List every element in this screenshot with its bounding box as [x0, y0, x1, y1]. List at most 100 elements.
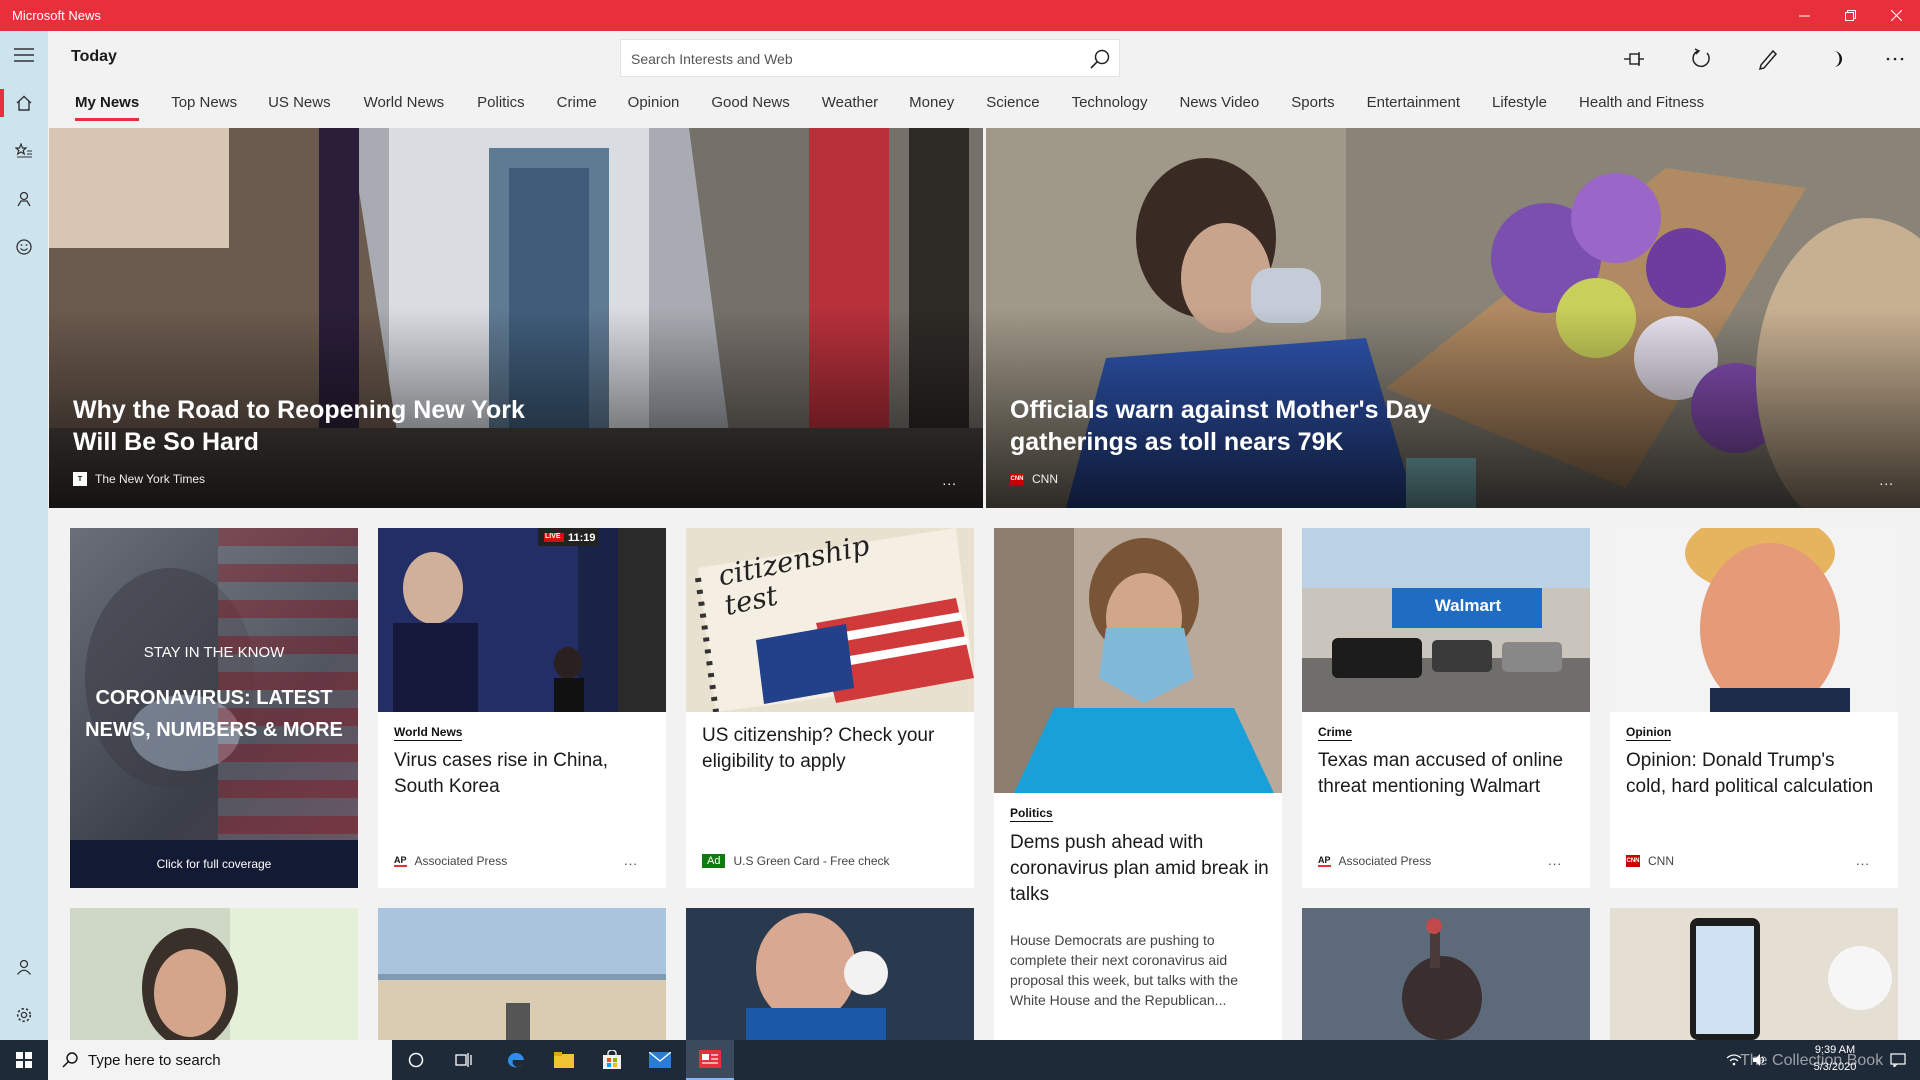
minimize-button[interactable] [1781, 0, 1827, 31]
more-options-button[interactable] [1877, 42, 1913, 76]
category-tabs: My News Top News US News World News Poli… [48, 89, 1704, 123]
coronavirus-coverage-card[interactable]: STAY IN THE KNOW CORONAVIRUS: LATEST NEW… [70, 528, 358, 888]
story-card-row3-2[interactable] [378, 908, 666, 1040]
card-title[interactable]: Dems push ahead with coronavirus plan am… [1010, 830, 1272, 908]
card-title[interactable]: Virus cases rise in China, South Korea [394, 748, 644, 800]
story-card-row3-1[interactable] [70, 908, 358, 1040]
hero-source: T The New York Times [73, 472, 205, 486]
clock-time[interactable]: 9:39 AM [1800, 1044, 1870, 1056]
nav-local-button[interactable] [0, 177, 48, 221]
card-category[interactable]: Opinion [1626, 725, 1672, 741]
file-explorer-button[interactable] [540, 1040, 588, 1080]
mail-button[interactable] [636, 1040, 684, 1080]
card-title[interactable]: Texas man accused of online threat menti… [1318, 748, 1568, 800]
tab-top-news[interactable]: Top News [171, 89, 237, 123]
feature-headline: CORONAVIRUS: LATEST NEWS, NUMBERS & MORE [85, 687, 343, 741]
person-icon [16, 959, 32, 975]
story-card-texas-man[interactable]: Walmart Crime Texas man accused of onlin… [1302, 528, 1590, 888]
story-card-virus-cases[interactable]: LIVE 11:19 World News Virus cases rise i… [378, 528, 666, 888]
search-input[interactable] [631, 48, 1071, 70]
card-category[interactable]: Politics [1010, 806, 1053, 822]
search-icon[interactable] [1089, 48, 1111, 70]
tab-my-news[interactable]: My News [75, 89, 140, 123]
card-source: AP Associated Press [394, 854, 508, 868]
tab-science[interactable]: Science [986, 89, 1039, 123]
tab-good-news[interactable]: Good News [711, 89, 789, 123]
search-icon [62, 1052, 78, 1068]
hamburger-menu-button[interactable] [0, 33, 48, 77]
taskbar-search-box[interactable]: Type here to search [48, 1040, 392, 1080]
wifi-button[interactable] [1722, 1040, 1746, 1080]
notification-icon [1890, 1053, 1906, 1067]
ad-card-citizenship[interactable]: citizenship test US citizenship? Check y… [686, 528, 974, 888]
tab-weather[interactable]: Weather [822, 89, 878, 123]
card-image-woman-glasses [70, 908, 358, 1040]
account-button[interactable] [0, 945, 48, 989]
clock-date[interactable]: 5/3/2020 [1800, 1061, 1870, 1073]
tab-money[interactable]: Money [909, 89, 954, 123]
card-category[interactable]: Crime [1318, 725, 1353, 741]
tab-sports[interactable]: Sports [1291, 89, 1334, 123]
tab-technology[interactable]: Technology [1072, 89, 1148, 123]
story-card-trump-opinion[interactable]: Opinion Opinion: Donald Trump's cold, ha… [1610, 528, 1898, 888]
card-title[interactable]: US citizenship? Check your eligibility t… [702, 723, 952, 775]
action-center-button[interactable] [1880, 1040, 1916, 1080]
task-view-icon [455, 1053, 472, 1067]
tv-live-badge: LIVE [545, 533, 561, 540]
refresh-button[interactable] [1683, 42, 1719, 76]
card-image-trump [1610, 528, 1898, 712]
card-more-button[interactable]: ... [624, 853, 638, 868]
hero-more-button[interactable]: ... [1879, 472, 1894, 488]
title-bar: Microsoft News [0, 0, 1920, 31]
tab-politics[interactable]: Politics [477, 89, 525, 123]
hero-story-mothers-day[interactable]: Officials warn against Mother's Day gath… [986, 128, 1920, 508]
hero-more-button[interactable]: ... [942, 472, 957, 488]
restore-button[interactable] [1827, 0, 1873, 31]
story-card-dems-push[interactable]: Politics Dems push ahead with coronaviru… [994, 528, 1282, 1040]
windows-taskbar: Type here to search The Collection Book … [0, 1040, 1920, 1080]
store-button[interactable] [588, 1040, 636, 1080]
task-view-button[interactable] [440, 1040, 488, 1080]
settings-button[interactable] [0, 993, 48, 1037]
card-image-pelosi [994, 528, 1282, 793]
tab-entertainment[interactable]: Entertainment [1367, 89, 1460, 123]
close-button[interactable] [1873, 0, 1919, 31]
card-more-button[interactable]: ... [1548, 853, 1562, 868]
windows-logo-icon [16, 1052, 32, 1068]
edit-button[interactable] [1750, 42, 1786, 76]
dark-mode-button[interactable] [1818, 42, 1854, 76]
pencil-icon [1758, 49, 1778, 70]
refresh-icon [1692, 48, 1710, 68]
start-button[interactable] [0, 1040, 48, 1080]
card-category[interactable]: World News [394, 725, 463, 741]
card-image-walmart-store [1302, 528, 1590, 712]
moon-icon [1834, 51, 1842, 67]
tab-world-news[interactable]: World News [364, 89, 445, 123]
speaker-icon [1753, 1054, 1765, 1066]
story-card-row3-4[interactable] [1302, 908, 1590, 1040]
nav-interests-button[interactable] [0, 129, 48, 173]
tab-opinion[interactable]: Opinion [628, 89, 680, 123]
close-icon [1890, 10, 1902, 21]
card-title[interactable]: Opinion: Donald Trump's cold, hard polit… [1626, 748, 1876, 800]
news-app-taskbar-button[interactable] [686, 1040, 734, 1080]
hero-headline[interactable]: Officials warn against Mother's Day gath… [1010, 394, 1470, 458]
search-box[interactable] [620, 39, 1120, 77]
tab-us-news[interactable]: US News [268, 89, 331, 123]
tab-news-video[interactable]: News Video [1179, 89, 1259, 123]
cortana-button[interactable] [392, 1040, 440, 1080]
tab-lifestyle[interactable]: Lifestyle [1492, 89, 1547, 123]
pin-button[interactable] [1616, 42, 1652, 76]
tab-crime[interactable]: Crime [557, 89, 597, 123]
story-card-row3-3[interactable] [686, 908, 974, 1040]
story-card-row3-5[interactable] [1610, 908, 1898, 1040]
card-more-button[interactable]: ... [1856, 853, 1870, 868]
hero-story-new-york[interactable]: Why the Road to Reopening New York Will … [49, 128, 983, 508]
full-coverage-button[interactable]: Click for full coverage [70, 840, 358, 888]
nav-home-button[interactable] [0, 81, 48, 125]
hero-headline[interactable]: Why the Road to Reopening New York Will … [73, 394, 533, 458]
edge-browser-button[interactable] [492, 1040, 540, 1080]
tab-health-and-fitness[interactable]: Health and Fitness [1579, 89, 1704, 123]
volume-button[interactable] [1748, 1040, 1772, 1080]
nav-good-news-button[interactable] [0, 225, 48, 269]
